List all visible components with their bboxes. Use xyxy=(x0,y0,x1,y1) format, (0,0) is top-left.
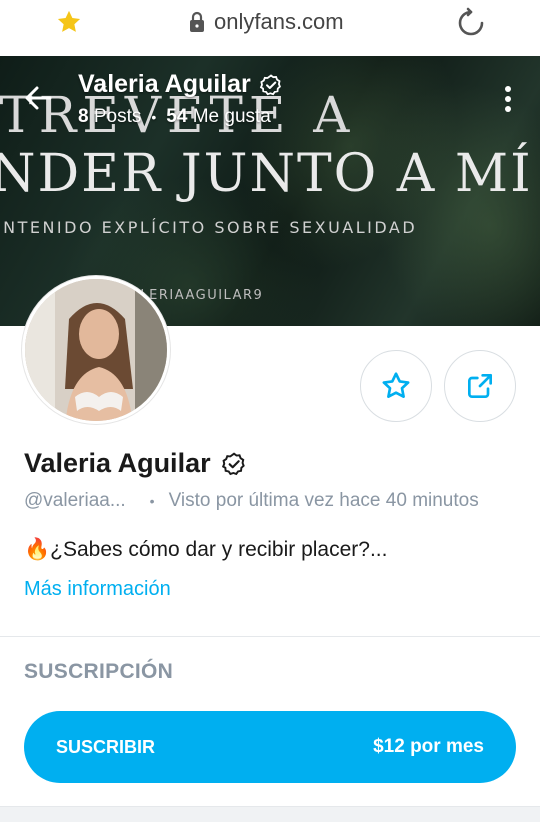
subscribe-price: $12 por mes xyxy=(373,736,484,757)
url-text: onlyfans.com xyxy=(214,9,344,34)
fire-emoji-icon: 🔥 xyxy=(24,538,51,561)
star-icon[interactable] xyxy=(55,8,83,36)
profile-name-text: Valeria Aguilar xyxy=(24,448,211,478)
more-info-link[interactable]: Más información xyxy=(24,578,171,601)
add-to-favorites-button[interactable] xyxy=(360,350,432,422)
subscribe-button[interactable]: SUSCRIBIR $12 por mes xyxy=(24,711,516,783)
browser-bar: onlyfans.com xyxy=(0,0,540,56)
more-options-icon[interactable] xyxy=(496,84,520,114)
back-arrow-icon[interactable] xyxy=(22,82,54,114)
likes-count: 54 xyxy=(166,106,188,127)
verified-icon xyxy=(259,73,281,95)
bottom-divider xyxy=(0,806,540,822)
profile-bio: 🔥¿Sabes cómo dar y recibir placer?... xyxy=(24,538,387,562)
cover-text-line3: ONTENIDO EXPLÍCITO SOBRE SEXUALIDAD xyxy=(0,218,418,237)
likes-label: Me gusta xyxy=(192,106,271,127)
share-icon xyxy=(468,374,492,398)
handle-row: @valeriaa... • Visto por última vez hace… xyxy=(24,490,479,512)
url-field[interactable]: onlyfans.com xyxy=(188,8,344,36)
cover-text-line2: ENDER JUNTO A MÍ xyxy=(0,144,533,204)
share-button[interactable] xyxy=(444,350,516,422)
star-outline-icon xyxy=(382,372,410,398)
last-seen: Visto por última vez hace 40 minutos xyxy=(168,490,479,511)
verified-icon xyxy=(221,451,245,475)
header-stats: 8 Posts • 54 Me gusta xyxy=(78,106,271,128)
bio-text: ¿Sabes cómo dar y recibir placer?... xyxy=(50,538,388,561)
subscription-heading: SUSCRIPCIÓN xyxy=(24,660,174,683)
posts-count: 8 xyxy=(78,106,89,127)
section-divider xyxy=(0,636,540,637)
avatar[interactable] xyxy=(22,276,170,424)
profile-top-nav: Valeria Aguilar 8 Posts • 54 Me gusta xyxy=(0,56,540,146)
subscribe-label: SUSCRIBIR xyxy=(56,736,156,757)
header-name: Valeria Aguilar xyxy=(78,70,283,99)
posts-label: Posts xyxy=(93,106,142,127)
lock-icon xyxy=(190,11,204,32)
profile-name: Valeria Aguilar xyxy=(24,448,247,479)
avatar-photo xyxy=(25,279,167,421)
header-name-text: Valeria Aguilar xyxy=(78,70,251,98)
profile-handle[interactable]: @valeriaa... xyxy=(24,490,126,512)
stats-separator: • xyxy=(151,109,157,125)
reload-icon[interactable] xyxy=(455,7,487,39)
handle-separator: • xyxy=(149,493,155,509)
